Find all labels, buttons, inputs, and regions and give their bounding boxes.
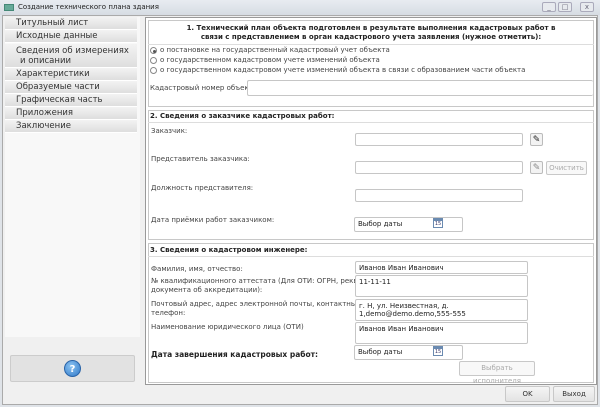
position-input[interactable]: [355, 189, 523, 202]
maximize-icon[interactable]: □: [558, 2, 572, 12]
radio-changes[interactable]: [150, 57, 157, 64]
title-bar: Создание технического плана здания _ □ x: [0, 0, 600, 15]
label-line: № квалификационного аттестата (Для ОТИ: …: [151, 277, 380, 285]
divider: [148, 44, 594, 45]
edit-representative-pencil-icon[interactable]: ✎: [530, 161, 543, 174]
section-1-title: 1. Технический план объекта подготовлен …: [150, 24, 592, 42]
label-line: документа об аккредитации):: [151, 286, 263, 294]
date-value: Выбор даты: [358, 348, 403, 356]
radio-registration[interactable]: [150, 47, 157, 54]
section-2-title: 2. Сведения о заказчике кадастровых рабо…: [150, 112, 335, 120]
sidebar-item-conclusion[interactable]: Заключение: [5, 120, 137, 133]
organization-input[interactable]: Иванов Иван Иванович: [355, 322, 528, 344]
sidebar-item-parts[interactable]: Образуемые части: [5, 81, 137, 94]
customer-input[interactable]: [355, 133, 523, 146]
radio-changes-part[interactable]: [150, 67, 157, 74]
radio-label: о государственном кадастровом учете изме…: [160, 66, 526, 74]
sidebar-item-title[interactable]: Титульный лист: [5, 17, 137, 30]
edit-customer-pencil-icon[interactable]: ✎: [530, 133, 543, 146]
customer-label: Заказчик:: [151, 127, 188, 135]
position-label: Должность представителя:: [151, 184, 254, 192]
sidebar-item-label: Сведения об измерениях: [16, 46, 129, 56]
completion-date-picker[interactable]: Выбор даты: [354, 345, 463, 360]
acceptance-date-label: Дата приёмки работ заказчиком:: [151, 216, 275, 224]
address-input[interactable]: г. Н, ул. Неизвестная, д. 1,demo@demo.dem…: [355, 299, 528, 321]
clear-button[interactable]: Очистить: [546, 161, 587, 175]
exit-button[interactable]: Выход: [553, 386, 595, 402]
fio-input[interactable]: Иванов Иван Иванович: [355, 261, 528, 274]
fio-label: Фамилия, имя, отчество:: [151, 265, 243, 273]
label-line: Почтовый адрес, адрес электронной почты,…: [151, 300, 361, 308]
window-title: Создание технического плана здания: [18, 3, 159, 11]
sidebar-item-measurements[interactable]: Сведения об измеренияхи описании местопо…: [5, 44, 137, 76]
sidebar-item-characteristics[interactable]: Характеристики: [5, 68, 137, 81]
certificate-label: № квалификационного аттестата (Для ОТИ: …: [151, 277, 380, 295]
cadastral-number-input[interactable]: [247, 80, 593, 96]
app-icon: [4, 4, 14, 11]
calendar-icon[interactable]: 15: [433, 346, 443, 356]
help-button[interactable]: ?: [10, 355, 135, 382]
ok-button[interactable]: OK: [505, 386, 550, 402]
organization-label: Наименование юридического лица (ОТИ): [151, 323, 304, 331]
address-label: Почтовый адрес, адрес электронной почты,…: [151, 300, 361, 318]
close-icon[interactable]: x: [580, 2, 594, 12]
sidebar-item-source[interactable]: Исходные данные: [5, 30, 137, 43]
cadastral-number-label: Кадастровый номер объекта:: [150, 84, 260, 92]
label-line: телефон:: [151, 309, 186, 317]
sidebar-item-graphics[interactable]: Графическая часть: [5, 94, 137, 107]
representative-label: Представитель заказчика:: [151, 155, 250, 163]
calendar-icon[interactable]: 15: [433, 218, 443, 228]
title-line: 1. Технический план объекта подготовлен …: [186, 24, 556, 32]
choose-executor-button[interactable]: Выбрать исполнителя: [459, 361, 535, 385]
date-value: Выбор даты: [358, 220, 403, 228]
section-3-title: 3. Сведения о кадастровом инженере:: [150, 246, 308, 254]
divider: [148, 122, 594, 123]
value-line: 1,demo@demo.demo,555-555: [359, 310, 466, 318]
minimize-icon[interactable]: _: [542, 2, 556, 12]
acceptance-date-picker[interactable]: Выбор даты: [354, 217, 463, 232]
radio-label: о постановке на государственный кадастро…: [160, 46, 390, 54]
certificate-input[interactable]: 11-11-11: [355, 275, 528, 297]
divider: [148, 256, 594, 257]
completion-date-label: Дата завершения кадастровых работ:: [151, 350, 319, 359]
sidebar-item-appendix[interactable]: Приложения: [5, 107, 137, 120]
representative-input[interactable]: [355, 161, 523, 174]
radio-label: о государственном кадастровом учете изме…: [160, 56, 380, 64]
value-line: г. Н, ул. Неизвестная, д.: [359, 302, 449, 310]
title-line: связи с представлением в орган кадастров…: [200, 33, 542, 41]
help-icon: ?: [64, 360, 81, 377]
